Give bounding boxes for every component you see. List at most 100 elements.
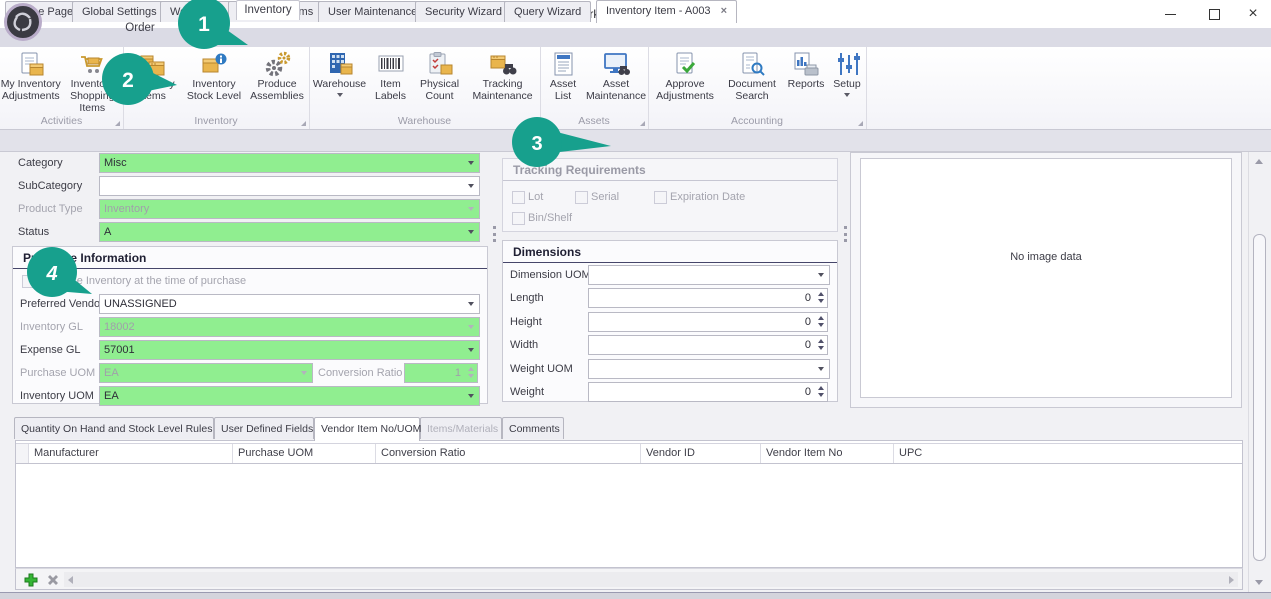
document-tab-bar xyxy=(0,130,1271,152)
asset-maintenance-button[interactable]: Asset Maintenance xyxy=(585,49,647,103)
conversion-ratio-label: Conversion Ratio xyxy=(318,363,402,383)
approve-adjustments-button[interactable]: Approve Adjustments xyxy=(649,49,721,103)
dimension-uom-label: Dimension UOM xyxy=(510,265,591,285)
scroll-left-icon[interactable] xyxy=(68,576,73,584)
width-spinner[interactable]: 0 xyxy=(588,335,828,355)
table-toolbar xyxy=(15,568,1243,590)
setup-button[interactable]: Setup xyxy=(829,49,865,103)
doc-tab-global-settings[interactable]: Global Settings xyxy=(72,1,167,22)
purchase-uom-dropdown: EA xyxy=(99,363,313,383)
document-search-button[interactable]: Document Search xyxy=(721,49,783,103)
doc-tab-inventory-item-a003[interactable]: Inventory Item - A003× xyxy=(596,0,737,23)
delete-row-button[interactable] xyxy=(46,573,60,590)
column-header-purchase-uom[interactable]: Purchase UOM xyxy=(233,444,376,463)
dropdown-arrow-icon xyxy=(818,273,824,277)
status-dropdown[interactable]: A xyxy=(99,222,480,242)
spinner-arrows-icon[interactable] xyxy=(818,386,824,397)
produce-assemblies-button[interactable]: Produce Assemblies xyxy=(246,49,308,103)
dropdown-arrow-icon xyxy=(844,93,850,97)
dimension-uom-dropdown[interactable] xyxy=(588,265,830,285)
application-window: Workflow Modules 2018 × Budget Purchase … xyxy=(0,0,1271,599)
tab-user-defined-fields[interactable]: User Defined Fields xyxy=(214,417,314,439)
ribbon-button-label: Asset Maintenance xyxy=(585,79,647,103)
height-spinner[interactable]: 0 xyxy=(588,312,828,332)
vertical-scrollbar[interactable] xyxy=(1248,152,1269,592)
ribbon-group-caption: Activities xyxy=(0,115,123,127)
preferred-vendor-dropdown[interactable]: UNASSIGNED xyxy=(99,294,480,314)
category-dropdown[interactable]: Misc xyxy=(99,153,480,173)
dropdown-arrow-icon xyxy=(301,371,307,375)
tab-vendor-item-no-uom[interactable]: Vendor Item No/UOM xyxy=(314,417,420,441)
dropdown-arrow-icon xyxy=(468,230,474,234)
scroll-right-icon[interactable] xyxy=(1229,576,1234,584)
column-header-upc[interactable]: UPC xyxy=(894,444,1242,463)
vertical-scrollbar-thumb[interactable] xyxy=(1253,234,1266,561)
dialog-launcher-icon[interactable] xyxy=(115,121,120,126)
panel-splitter-grip[interactable] xyxy=(493,226,496,242)
row-indicator-column xyxy=(16,444,29,463)
ribbon-button-label: Physical Count xyxy=(413,79,467,103)
doc-tab-user-maintenance[interactable]: User Maintenance xyxy=(318,1,427,22)
svg-text:3: 3 xyxy=(531,133,542,155)
dropdown-arrow-icon xyxy=(468,348,474,352)
expense-gl-label: Expense GL xyxy=(20,340,81,360)
column-header-vendor-item-no[interactable]: Vendor Item No xyxy=(761,444,894,463)
item-labels-button[interactable]: Item Labels xyxy=(369,49,413,103)
spinner-arrows-icon[interactable] xyxy=(818,339,824,350)
product-type-dropdown: Inventory xyxy=(99,199,480,219)
column-header-vendor-id[interactable]: Vendor ID xyxy=(641,444,761,463)
tab-comments[interactable]: Comments xyxy=(502,417,564,439)
dropdown-arrow-icon xyxy=(337,93,343,97)
my-inventory-adjustments-button[interactable]: My Inventory Adjustments xyxy=(0,49,62,114)
height-label: Height xyxy=(510,312,542,332)
maximize-button[interactable] xyxy=(1192,0,1236,28)
clipboard-icon xyxy=(426,49,454,79)
horizontal-scrollbar[interactable] xyxy=(64,572,1238,587)
scroll-up-icon[interactable] xyxy=(1255,159,1263,164)
gears-icon xyxy=(263,49,291,79)
doc-tab-security-wizard[interactable]: Security Wizard xyxy=(415,1,512,22)
dialog-launcher-icon[interactable] xyxy=(301,121,306,126)
physical-count-button[interactable]: Physical Count xyxy=(413,49,467,103)
warehouse-button[interactable]: Warehouse xyxy=(311,49,369,103)
asset-list-button[interactable]: Asset List xyxy=(541,49,585,103)
tab-close-icon[interactable]: × xyxy=(721,5,727,17)
doc-tab-query-wizard[interactable]: Query Wizard xyxy=(504,1,591,22)
expiration-date-checkbox-label: Expiration Date xyxy=(670,190,745,204)
subcategory-label: SubCategory xyxy=(18,176,82,196)
column-header-manufacturer[interactable]: Manufacturer xyxy=(29,444,233,463)
ribbon-group-caption: Inventory xyxy=(123,115,309,127)
dialog-launcher-icon[interactable] xyxy=(640,121,645,126)
application-menu-button[interactable] xyxy=(3,2,43,42)
lot-checkbox xyxy=(512,191,525,204)
subcategory-dropdown[interactable] xyxy=(99,176,480,196)
tracking-maintenance-button[interactable]: Tracking Maintenance xyxy=(467,49,539,103)
document-check-icon xyxy=(671,49,699,79)
reports-button[interactable]: Reports xyxy=(783,49,829,103)
ribbon-button-label: Reports xyxy=(788,79,825,91)
dropdown-arrow-icon xyxy=(468,325,474,329)
spinner-arrows-icon[interactable] xyxy=(818,292,824,303)
weight-spinner[interactable]: 0 xyxy=(588,382,828,402)
svg-text:1: 1 xyxy=(198,13,210,36)
minimize-button[interactable] xyxy=(1148,0,1192,28)
delete-x-icon xyxy=(46,573,60,587)
inventory-stock-level-button[interactable]: Inventory Stock Level xyxy=(182,49,246,103)
length-label: Length xyxy=(510,288,544,308)
panel-splitter-grip[interactable] xyxy=(844,226,847,242)
weight-uom-dropdown[interactable] xyxy=(588,359,830,379)
product-type-label: Product Type xyxy=(18,199,83,219)
ribbon-button-label: Warehouse xyxy=(313,79,366,91)
report-printer-icon xyxy=(792,49,820,79)
scroll-down-icon[interactable] xyxy=(1255,580,1263,585)
column-header-conversion-ratio[interactable]: Conversion Ratio xyxy=(376,444,641,463)
inventory-uom-dropdown[interactable]: EA xyxy=(99,386,480,406)
add-row-button[interactable] xyxy=(24,573,38,590)
length-spinner[interactable]: 0 xyxy=(588,288,828,308)
close-button[interactable]: × xyxy=(1236,0,1270,28)
dialog-launcher-icon[interactable] xyxy=(858,121,863,126)
expense-gl-dropdown[interactable]: 57001 xyxy=(99,340,480,360)
spinner-arrows-icon[interactable] xyxy=(818,316,824,327)
callout-3: 3 xyxy=(511,116,615,171)
tab-quantity-on-hand[interactable]: Quantity On Hand and Stock Level Rules xyxy=(14,417,214,439)
